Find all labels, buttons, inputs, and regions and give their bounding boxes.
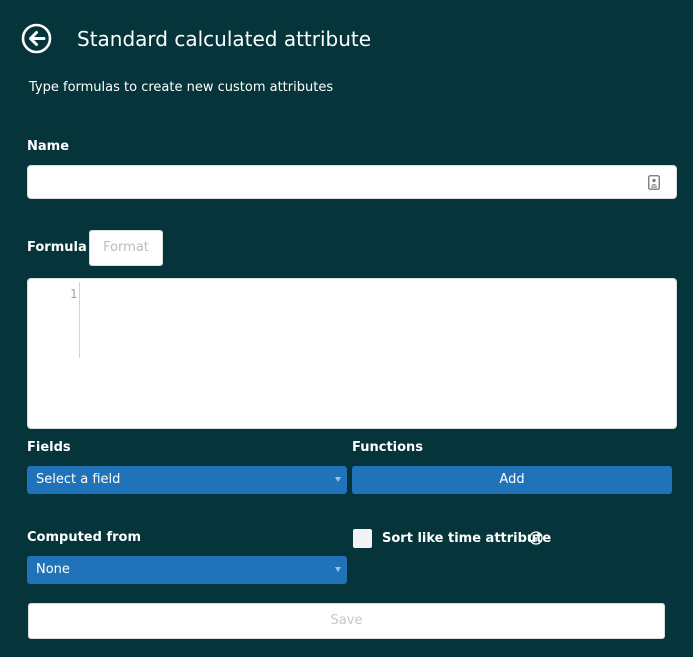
add-function-button[interactable]: Add: [352, 466, 672, 494]
name-input[interactable]: [36, 167, 640, 199]
sort-like-time-checkbox[interactable]: [353, 529, 372, 548]
save-button[interactable]: Save: [28, 603, 665, 639]
chevron-down-icon: [335, 477, 341, 482]
computed-from-value: None: [36, 562, 70, 577]
line-number: 1: [70, 287, 78, 301]
name-field: [27, 165, 677, 199]
name-label: Name: [27, 139, 70, 154]
functions-label: Functions: [352, 440, 424, 455]
computed-from-select[interactable]: None: [27, 556, 347, 584]
chevron-down-icon: [335, 567, 341, 572]
formula-editor[interactable]: 1: [27, 278, 677, 429]
back-arrow-icon[interactable]: [21, 23, 52, 54]
computed-from-label: Computed from: [27, 530, 141, 545]
fields-label: Fields: [27, 440, 71, 455]
page-title: Standard calculated attribute: [77, 27, 372, 51]
format-button[interactable]: Format: [89, 230, 163, 266]
sort-like-time-label: Sort like time attribute: [382, 531, 552, 546]
page-subtitle: Type formulas to create new custom attri…: [29, 80, 334, 95]
contact-card-icon[interactable]: [648, 175, 660, 190]
gutter-divider: [79, 282, 80, 358]
field-select[interactable]: Select a field: [27, 466, 347, 494]
info-icon[interactable]: [529, 531, 543, 545]
formula-label: Formula: [27, 240, 87, 255]
field-select-value: Select a field: [36, 472, 121, 487]
